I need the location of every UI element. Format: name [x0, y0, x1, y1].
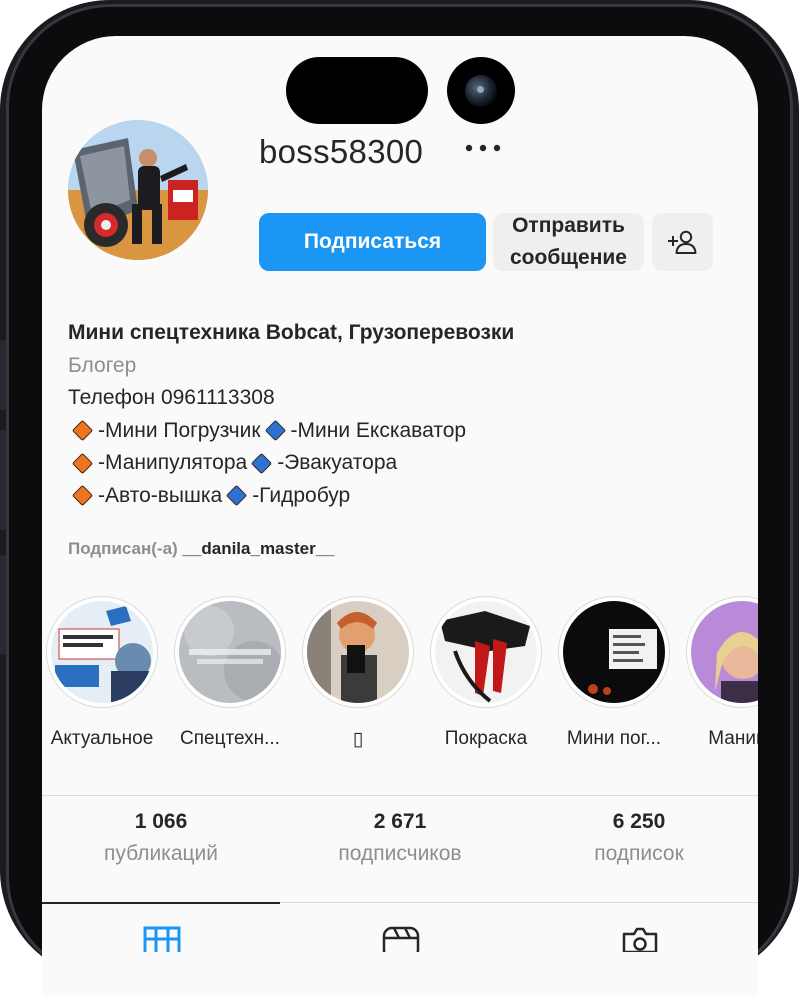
stats-divider: [42, 795, 758, 796]
followed-by: Подписан(-а) __danila_master__: [68, 539, 335, 559]
highlight-item[interactable]: ▯: [296, 596, 420, 751]
active-tab-indicator: [42, 902, 280, 904]
highlight-item[interactable]: Покраска: [424, 596, 548, 750]
dynamic-island: [286, 57, 428, 124]
stat-posts-count: 1 066: [134, 810, 188, 833]
orange-diamond-icon: [71, 485, 94, 507]
highlight-label: ▯: [352, 729, 364, 750]
reels-icon: [382, 926, 420, 960]
bio-service: -Манипулятора: [98, 451, 248, 474]
followed-by-user-link[interactable]: __danila_master__: [182, 539, 334, 558]
profile-username: boss58300: [259, 133, 424, 170]
profile-phone: Телефон 0961113308: [68, 386, 275, 409]
profile-category: Блогер: [68, 353, 137, 377]
highlight-item[interactable]: Спецтехн...: [168, 596, 292, 750]
bio-line: -Манипулятора -Эвакуатора: [68, 447, 514, 480]
highlight-label: Покраска: [444, 728, 528, 749]
bio-service: -Гидробур: [252, 483, 351, 507]
tab-reels[interactable]: [381, 922, 421, 960]
bio-service: -Эвакуатора: [277, 451, 398, 474]
blue-diamond-icon: [264, 420, 286, 442]
bio-service: -Авто-вышка: [98, 483, 223, 507]
bio-service: -Мини Екскаватор: [290, 418, 467, 442]
highlight-item[interactable]: Актуальное: [42, 596, 164, 750]
stat-posts-label: публикаций: [104, 842, 218, 865]
profile-bio: Мини спецтехника Bobcat, Грузоперевозки …: [68, 317, 514, 512]
highlight-item[interactable]: Мини пог...: [552, 596, 676, 750]
tab-posts[interactable]: [142, 922, 182, 960]
profile-stats: 1 066 публикаций 2 671 подписчиков 6 250…: [42, 810, 758, 880]
blue-diamond-icon: [226, 485, 248, 507]
followed-by-prefix: Подписан(-а): [68, 539, 178, 558]
suggested-users-button[interactable]: [652, 213, 713, 271]
stat-following[interactable]: 6 250 подписок: [520, 810, 758, 866]
story-highlights: Актуальное Спецтехн... ▯ Покраска Мини п…: [42, 596, 758, 766]
side-button: [0, 340, 6, 410]
highlight-label: Манипу: [708, 728, 758, 749]
blue-diamond-icon: [251, 452, 273, 474]
highlight-label: Мини пог...: [566, 728, 662, 749]
bio-line: -Авто-вышка -Гидробур: [68, 480, 514, 513]
orange-diamond-icon: [71, 452, 94, 474]
highlight-item[interactable]: Манипу: [680, 596, 758, 750]
tab-tagged[interactable]: [620, 922, 660, 954]
stat-posts[interactable]: 1 066 публикаций: [42, 810, 280, 866]
front-camera: [447, 57, 515, 124]
stat-following-label: подписок: [594, 842, 684, 865]
side-button: [0, 430, 6, 530]
orange-diamond-icon: [71, 420, 94, 442]
add-user-icon: [667, 230, 696, 254]
grid-icon: [143, 926, 181, 960]
bio-line: -Мини Погрузчик -Мини Екскаватор: [68, 415, 514, 448]
side-button: [0, 555, 6, 655]
follow-button[interactable]: Подписаться: [259, 213, 486, 271]
bio-service: -Мини Погрузчик: [98, 418, 261, 442]
stat-followers[interactable]: 2 671 подписчиков: [281, 810, 519, 866]
avatar[interactable]: [68, 120, 208, 260]
highlight-label: Актуальное: [50, 728, 154, 749]
tagged-icon: [622, 927, 658, 954]
highlight-label: Спецтехн...: [180, 728, 280, 749]
send-message-button[interactable]: Отправить сообщение: [493, 213, 644, 271]
stat-following-count: 6 250: [612, 810, 666, 833]
stat-followers-label: подписчиков: [338, 842, 462, 865]
more-options-icon[interactable]: [463, 138, 503, 158]
stat-followers-count: 2 671: [373, 810, 427, 833]
profile-display-name: Мини спецтехника Bobcat, Грузоперевозки: [68, 321, 515, 344]
